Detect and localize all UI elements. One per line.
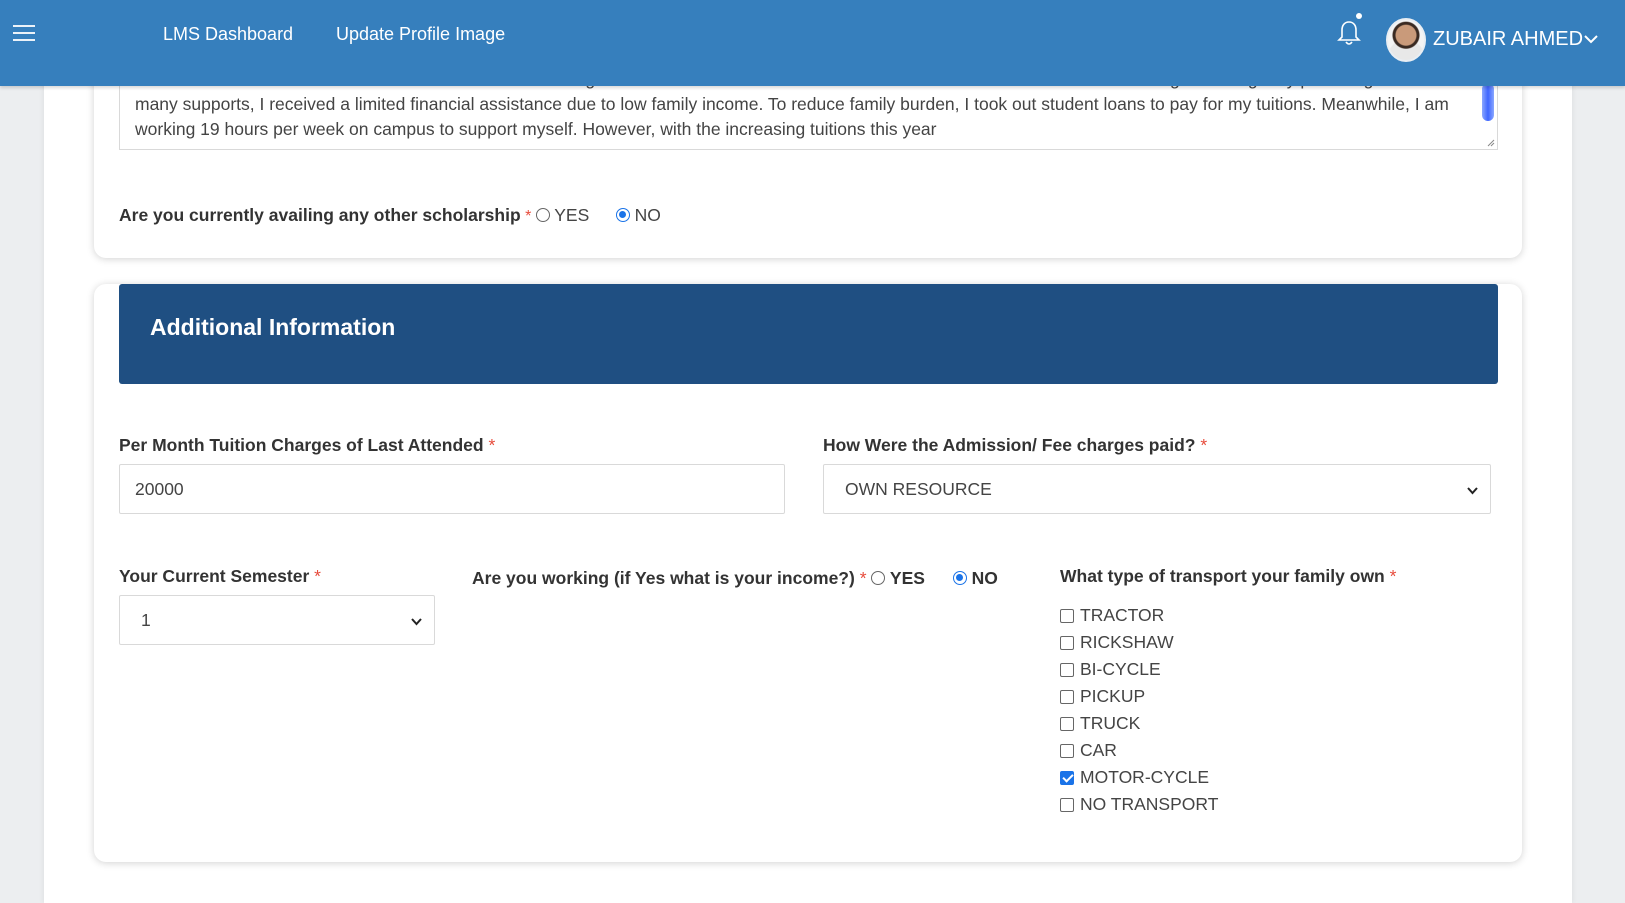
transport-option-label: PICKUP bbox=[1080, 686, 1146, 706]
transport-option-pickup[interactable]: PICKUP bbox=[1060, 683, 1218, 710]
checkbox-checked[interactable] bbox=[1060, 770, 1074, 785]
working-yes-label[interactable]: YES bbox=[890, 568, 925, 588]
scholarship-no-radio[interactable] bbox=[616, 208, 631, 222]
semester-select[interactable]: 1 bbox=[119, 595, 435, 645]
semester-label: Your Current Semester * bbox=[119, 566, 321, 587]
checkbox[interactable] bbox=[1060, 797, 1074, 812]
tuition-input[interactable]: 20000 bbox=[119, 464, 785, 514]
transport-option-label: TRACTOR bbox=[1080, 605, 1165, 625]
working-question-row: Are you working (if Yes what is your inc… bbox=[472, 568, 998, 589]
tuition-label-text: Per Month Tuition Charges of Last Attend… bbox=[119, 435, 484, 455]
section-header: Additional Information bbox=[119, 284, 1498, 384]
financial-statement-textarea[interactable]: I am in need of financial assistance in … bbox=[119, 76, 1498, 150]
transport-option-motor-cycle[interactable]: MOTOR-CYCLE bbox=[1060, 764, 1218, 791]
nav-link-lms-dashboard[interactable]: LMS Dashboard bbox=[163, 24, 293, 45]
checkbox[interactable] bbox=[1060, 662, 1074, 677]
scholarship-question-label: Are you currently availing any other sch… bbox=[119, 205, 521, 225]
transport-option-bi-cycle[interactable]: BI-CYCLE bbox=[1060, 656, 1218, 683]
chevron-down-icon bbox=[411, 618, 422, 626]
required-asterisk: * bbox=[1200, 435, 1208, 455]
required-asterisk: * bbox=[488, 435, 496, 455]
working-question-label: Are you working (if Yes what is your inc… bbox=[472, 568, 855, 588]
user-name[interactable]: ZUBAIR AHMED bbox=[1433, 28, 1583, 51]
transport-option-label: NO TRANSPORT bbox=[1080, 794, 1219, 814]
transport-option-tractor[interactable]: TRACTOR bbox=[1060, 602, 1218, 629]
checkbox[interactable] bbox=[1060, 635, 1074, 650]
transport-label-text: What type of transport your family own bbox=[1060, 566, 1385, 586]
hamburger-menu-icon[interactable] bbox=[13, 25, 37, 45]
checkbox[interactable] bbox=[1060, 608, 1074, 623]
fee-paid-select[interactable]: OWN RESOURCE bbox=[823, 464, 1491, 514]
resize-handle-icon[interactable] bbox=[1485, 137, 1495, 147]
tuition-label: Per Month Tuition Charges of Last Attend… bbox=[119, 435, 495, 456]
working-yes-radio[interactable] bbox=[871, 571, 886, 585]
notification-dot-icon bbox=[1356, 13, 1362, 19]
additional-information-card: Additional Information Per Month Tuition… bbox=[94, 284, 1522, 862]
fee-paid-selected-value: OWN RESOURCE bbox=[845, 479, 992, 499]
checkbox[interactable] bbox=[1060, 743, 1074, 758]
transport-option-label: MOTOR-CYCLE bbox=[1080, 767, 1209, 787]
semester-selected-value: 1 bbox=[141, 610, 151, 630]
working-no-label[interactable]: NO bbox=[972, 568, 998, 588]
page: LMS Dashboard Update Profile Image ZUBAI… bbox=[0, 0, 1625, 903]
transport-label: What type of transport your family own * bbox=[1060, 566, 1396, 587]
fee-paid-label: How Were the Admission/ Fee charges paid… bbox=[823, 435, 1207, 456]
chevron-down-icon[interactable] bbox=[1583, 31, 1599, 47]
semester-label-text: Your Current Semester bbox=[119, 566, 310, 586]
transport-option-truck[interactable]: TRUCK bbox=[1060, 710, 1218, 737]
transport-checkbox-list: TRACTOR RICKSHAW BI-CYCLE PICKUP TRUCK C… bbox=[1060, 602, 1218, 818]
transport-option-label: CAR bbox=[1080, 740, 1117, 760]
required-asterisk: * bbox=[859, 568, 867, 588]
checkbox[interactable] bbox=[1060, 689, 1074, 704]
required-asterisk: * bbox=[314, 566, 321, 586]
required-asterisk: * bbox=[525, 208, 532, 225]
scholarship-yes-label[interactable]: YES bbox=[554, 205, 589, 225]
transport-option-label: BI-CYCLE bbox=[1080, 659, 1161, 679]
top-navbar: LMS Dashboard Update Profile Image ZUBAI… bbox=[0, 0, 1625, 86]
transport-option-car[interactable]: CAR bbox=[1060, 737, 1218, 764]
scholarship-question-row: Are you currently availing any other sch… bbox=[119, 205, 661, 226]
transport-option-rickshaw[interactable]: RICKSHAW bbox=[1060, 629, 1218, 656]
notification-bell-icon[interactable] bbox=[1336, 18, 1362, 48]
transport-option-no-transport[interactable]: NO TRANSPORT bbox=[1060, 791, 1218, 818]
required-asterisk: * bbox=[1389, 566, 1397, 586]
chevron-down-icon bbox=[1467, 487, 1478, 495]
transport-option-label: TRUCK bbox=[1080, 713, 1141, 733]
user-avatar[interactable] bbox=[1386, 18, 1426, 62]
scholarship-no-label[interactable]: NO bbox=[635, 205, 661, 225]
section-title: Additional Information bbox=[150, 314, 396, 340]
nav-link-update-profile-image[interactable]: Update Profile Image bbox=[336, 24, 505, 45]
fee-paid-label-text: How Were the Admission/ Fee charges paid… bbox=[823, 435, 1196, 455]
working-no-radio[interactable] bbox=[952, 571, 967, 585]
checkbox[interactable] bbox=[1060, 716, 1074, 731]
scholarship-yes-radio[interactable] bbox=[535, 208, 550, 222]
textarea-scrollbar[interactable] bbox=[1482, 83, 1494, 121]
transport-option-label: RICKSHAW bbox=[1080, 632, 1174, 652]
